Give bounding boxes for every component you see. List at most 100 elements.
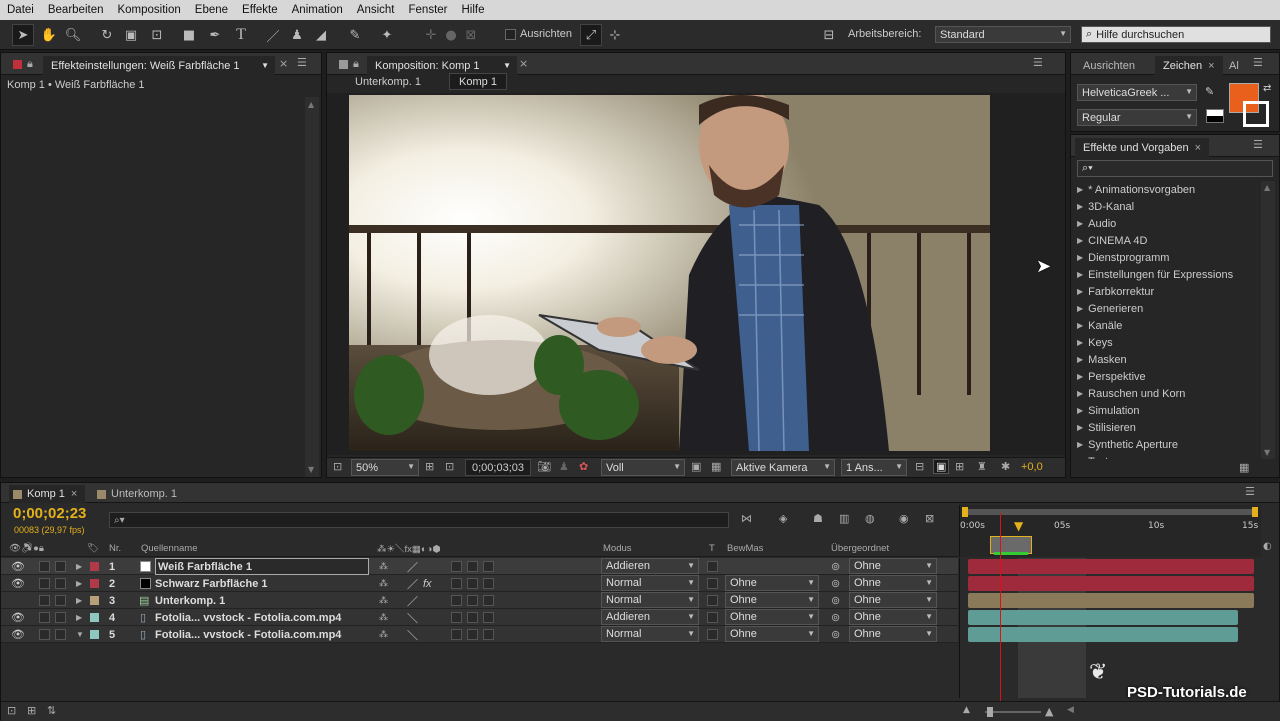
zoom-in-icon[interactable]: ▲: [1045, 705, 1053, 718]
layer-row[interactable]: 👁︎ ▶ 4 ▯ Fotolia... vvstock - Fotolia.com.mp…: [1, 609, 958, 626]
menu-item-7[interactable]: Fenster: [402, 4, 455, 16]
expand-triangle-icon[interactable]: ▶: [1077, 355, 1083, 364]
layer-row[interactable]: 👁︎ ▶ 1 Weiß Farbfläche 1 ⁂ ／ Addieren ▼ ⊚ Ohne ▼: [1, 558, 958, 575]
switch-toggle[interactable]: [467, 561, 478, 572]
panel-menu-icon[interactable]: ☰: [1253, 138, 1263, 151]
effects-category[interactable]: ▶ Text: [1077, 453, 1108, 460]
tab-komp-1[interactable]: Komp 1 ×: [9, 485, 86, 503]
track-matte-dropdown[interactable]: Ohne ▼: [725, 575, 819, 591]
new-folder-icon[interactable]: ▦: [1239, 461, 1249, 474]
camera-tool-icon[interactable]: ▣: [120, 24, 142, 46]
toggle-in-out-icon[interactable]: ⇅: [47, 704, 56, 717]
eye-icon[interactable]: 👁︎: [11, 558, 25, 575]
lock-toggle[interactable]: [55, 612, 66, 623]
expand-triangle-icon[interactable]: ▶: [1077, 406, 1083, 415]
layer-label-color[interactable]: [90, 630, 99, 639]
shy-switch-icon[interactable]: ⁂: [379, 592, 388, 609]
layer-name[interactable]: Weiß Farbfläche 1: [155, 558, 369, 575]
view-axis-icon[interactable]: ⊠: [460, 24, 482, 46]
exposure-value[interactable]: +0,0: [1021, 461, 1043, 473]
scrollbar[interactable]: ▲ ▼: [305, 97, 319, 477]
lock-toggle[interactable]: [55, 561, 66, 572]
effects-category[interactable]: ▶ * Animationsvorgaben: [1077, 181, 1195, 198]
layer-label-color[interactable]: [90, 596, 99, 605]
effects-category[interactable]: ▶ Rauschen und Korn: [1077, 385, 1185, 402]
effects-category[interactable]: ▶ Perspektive: [1077, 368, 1146, 385]
channel-icon[interactable]: ✿: [579, 460, 588, 473]
shy-layers-icon[interactable]: ☗: [813, 512, 823, 525]
effects-category[interactable]: ▶ 3D-Kanal: [1077, 198, 1134, 215]
layer-label-color[interactable]: [90, 562, 99, 571]
layer-duration-bar[interactable]: [968, 593, 1254, 608]
blend-mode-dropdown[interactable]: Normal ▼: [601, 592, 699, 608]
menu-item-6[interactable]: Ansicht: [350, 4, 402, 16]
solo-toggle[interactable]: [39, 595, 50, 606]
lock-toggle[interactable]: [55, 578, 66, 589]
black-white-swatch[interactable]: [1206, 109, 1224, 123]
expand-triangle-icon[interactable]: ▶: [1077, 253, 1083, 262]
switch-toggle[interactable]: [483, 595, 494, 606]
work-area-bar[interactable]: [962, 509, 1258, 515]
tab-align[interactable]: Ausrichten: [1075, 56, 1143, 75]
scroll-up-icon[interactable]: ▲: [308, 100, 314, 109]
eye-icon[interactable]: 👁︎: [11, 575, 25, 592]
effects-search-input[interactable]: ⌕▾: [1077, 160, 1273, 177]
layer-row[interactable]: 👁︎ ▶ 2 Schwarz Farbfläche 1 ⁂ ／ fx Normal ▼ Ohne ▼…: [1, 575, 958, 592]
current-timecode[interactable]: 0;00;02;23: [13, 505, 86, 522]
workspace-icon[interactable]: ⊟: [818, 24, 840, 46]
hand-tool-icon[interactable]: ✋: [38, 24, 60, 46]
effects-category[interactable]: ▶ Farbkorrektur: [1077, 283, 1154, 300]
preserve-transparency-toggle[interactable]: [707, 612, 718, 623]
effects-category[interactable]: ▶ Synthetic Aperture: [1077, 436, 1178, 453]
shy-switch-icon[interactable]: ⁂: [379, 626, 388, 643]
shy-switch-icon[interactable]: ⁂: [379, 575, 388, 592]
work-area-start-handle[interactable]: [962, 507, 968, 517]
panel-menu-icon[interactable]: ☰: [1245, 485, 1255, 498]
switch-toggle[interactable]: [483, 612, 494, 623]
comp-breadcrumb-unterkomp[interactable]: Unterkomp. 1: [355, 74, 421, 90]
effects-category[interactable]: ▶ Kanäle: [1077, 317, 1122, 334]
expand-triangle-icon[interactable]: ▶: [1077, 219, 1083, 228]
workspace-dropdown[interactable]: Standard ▼: [935, 26, 1071, 43]
pickwhip-icon[interactable]: ⊚: [831, 558, 840, 575]
layer-name[interactable]: Unterkomp. 1: [155, 592, 225, 609]
resolution-dropdown[interactable]: Voll ▼: [601, 459, 685, 476]
frame-blending-icon[interactable]: ▥: [839, 512, 849, 525]
layer-name[interactable]: Fotolia... vvstock - Fotolia.com.mp4: [155, 626, 341, 643]
timeline-icon[interactable]: ⊞: [955, 460, 964, 473]
work-area-end-handle[interactable]: [1252, 507, 1258, 517]
effects-category[interactable]: ▶ CINEMA 4D: [1077, 232, 1147, 249]
expand-triangle-icon[interactable]: ▶: [1077, 423, 1083, 432]
comp-button-icon[interactable]: ◐: [1263, 541, 1272, 552]
brush-tool-icon[interactable]: ／: [262, 24, 284, 46]
expand-open-triangle-icon[interactable]: ▼: [76, 626, 84, 643]
comp-mini-flowchart-icon[interactable]: ⋈: [741, 512, 752, 525]
flowchart-icon[interactable]: ♜: [977, 460, 987, 473]
world-axis-icon[interactable]: ●: [440, 24, 462, 46]
menu-item-8[interactable]: Hilfe: [455, 4, 492, 16]
expand-triangle-icon[interactable]: ▶: [1077, 236, 1083, 245]
layer-label-color[interactable]: [90, 613, 99, 622]
solo-toggle[interactable]: [39, 629, 50, 640]
pickwhip-icon[interactable]: ⊚: [831, 609, 840, 626]
solo-toggle[interactable]: [39, 561, 50, 572]
reset-exposure-icon[interactable]: ✱: [1001, 460, 1010, 473]
layer-duration-bar[interactable]: [968, 627, 1238, 642]
menu-item-4[interactable]: Effekte: [235, 4, 285, 16]
preserve-transparency-toggle[interactable]: [707, 629, 718, 640]
zoom-dropdown[interactable]: 50% ▼: [351, 459, 419, 476]
tab-al[interactable]: Al: [1221, 56, 1247, 75]
region-icon[interactable]: ⊡: [445, 460, 454, 473]
comp-viewer[interactable]: [327, 93, 1065, 455]
panel-menu-icon[interactable]: ☰: [297, 56, 307, 69]
menu-item-2[interactable]: Komposition: [110, 4, 187, 16]
switch-toggle[interactable]: [451, 578, 462, 589]
preserve-transparency-toggle[interactable]: [707, 561, 718, 572]
av-switch-icon[interactable]: 👁︎🔊︎●🔒︎: [9, 540, 44, 556]
switch-toggle[interactable]: [451, 595, 462, 606]
expand-triangle-icon[interactable]: ▶: [1077, 270, 1083, 279]
blend-mode-dropdown[interactable]: Normal ▼: [601, 626, 699, 642]
layer-name[interactable]: Schwarz Farbfläche 1: [155, 575, 268, 592]
scrollbar[interactable]: ▲ ▼: [1261, 181, 1275, 459]
solo-toggle[interactable]: [39, 578, 50, 589]
